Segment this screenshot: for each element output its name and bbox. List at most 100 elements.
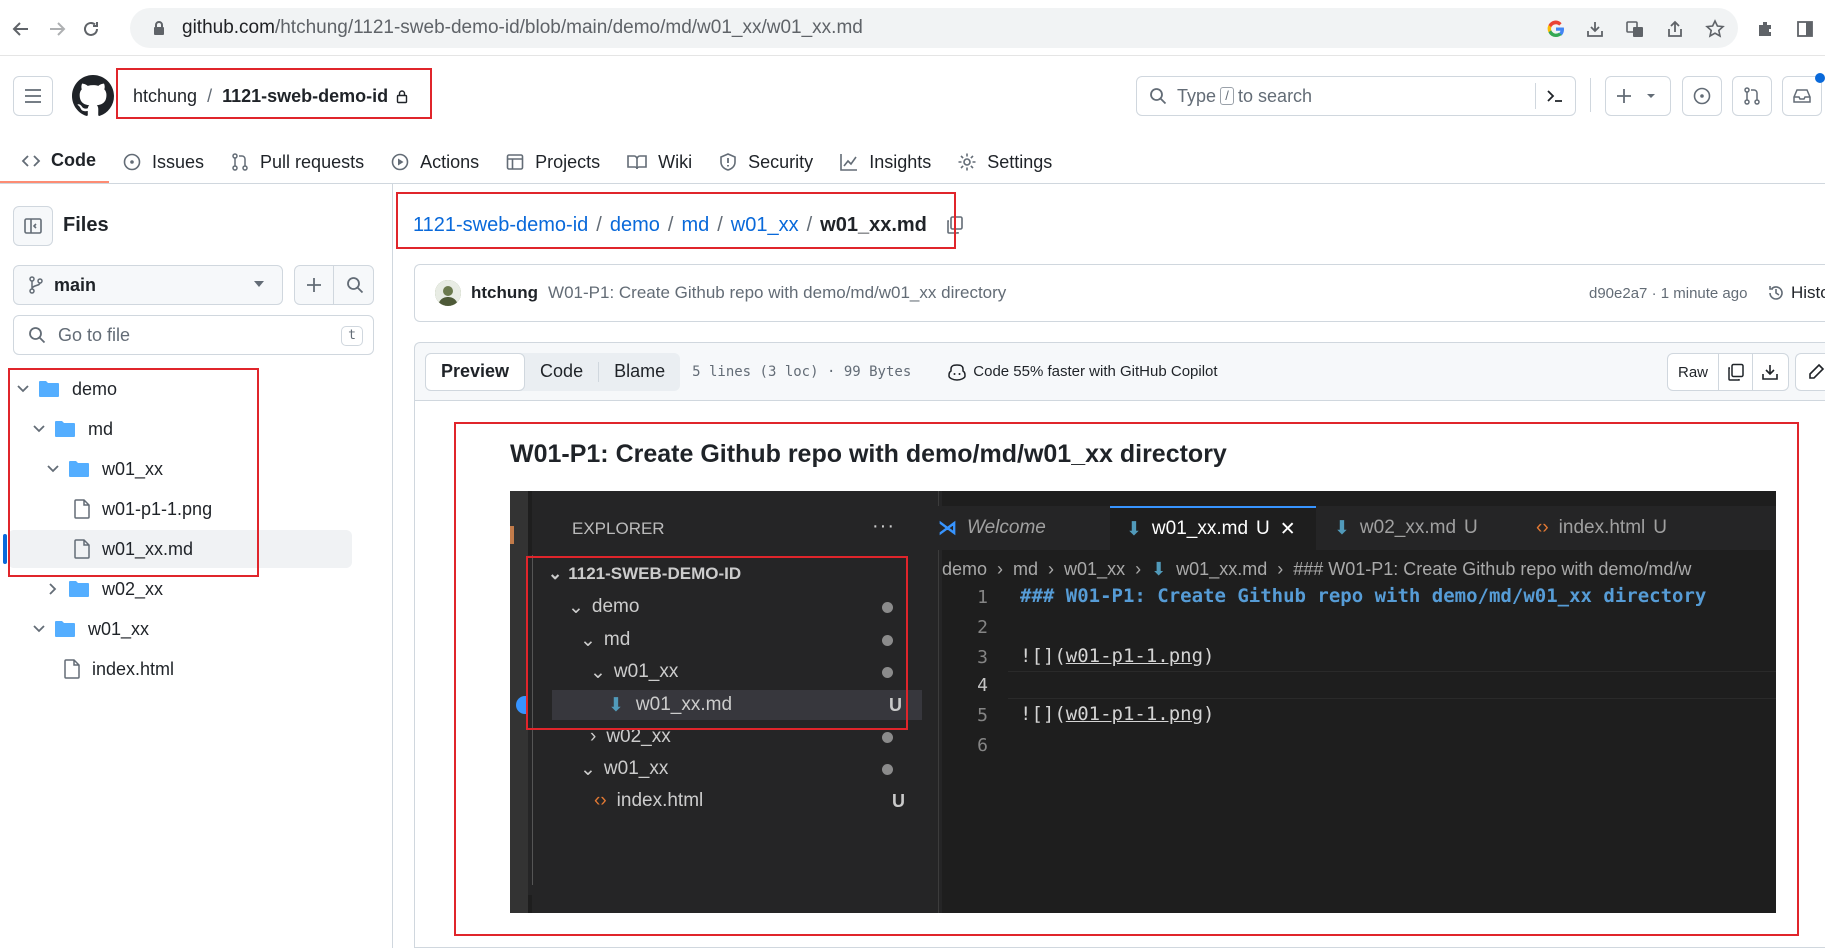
reload-icon[interactable] — [78, 16, 104, 42]
tree-item-demo[interactable]: demo — [8, 370, 352, 408]
url-host: github.com — [182, 17, 275, 38]
tree-item-md[interactable]: md — [8, 410, 352, 448]
tree-item-w01-xx-2[interactable]: w01_xx — [8, 610, 352, 648]
forward-arrow-icon[interactable] — [44, 16, 70, 42]
tab-settings[interactable]: Settings — [944, 140, 1065, 184]
lock-icon — [148, 20, 170, 36]
search-input[interactable]: Type / to search — [1136, 76, 1576, 116]
chevron-down-icon — [14, 385, 32, 393]
tab-insights[interactable]: Insights — [826, 140, 944, 184]
breadcrumb-repo-link[interactable]: 1121-sweb-demo-id — [413, 214, 588, 237]
copilot-promo[interactable]: Code 55% faster with GitHub Copilot — [947, 363, 1218, 381]
tab-wiki[interactable]: Wiki — [613, 140, 705, 184]
commit-author[interactable]: htchung — [471, 283, 538, 303]
branch-selector[interactable]: main — [13, 265, 283, 305]
breadcrumb-w01-xx-link[interactable]: w01_xx — [731, 214, 799, 237]
repo-name-link[interactable]: 1121-sweb-demo-id — [222, 86, 388, 107]
back-arrow-icon[interactable] — [8, 16, 34, 42]
create-new-button[interactable] — [1605, 76, 1671, 116]
vscode-tree-demo: ⌄ demo — [568, 592, 963, 622]
copilot-icon — [947, 363, 967, 381]
breadcrumb-md-link[interactable]: md — [681, 214, 709, 237]
history-icon — [1767, 284, 1785, 302]
lock-icon — [396, 89, 408, 104]
preview-tab[interactable]: Preview — [425, 352, 526, 391]
tree-item-w01-p1-1-png[interactable]: w01-p1-1.png — [8, 490, 352, 528]
github-logo-icon[interactable] — [71, 74, 115, 118]
pull-requests-icon[interactable] — [1732, 76, 1772, 116]
raw-button[interactable]: Raw — [1668, 354, 1720, 390]
go-to-file-input[interactable]: Go to file t — [13, 315, 374, 355]
tab-security[interactable]: Security — [705, 140, 826, 184]
breadcrumb-demo-link[interactable]: demo — [610, 214, 660, 237]
tab-issues-label: Issues — [152, 151, 205, 172]
tree-item-index-html[interactable]: index.html — [8, 650, 352, 688]
menu-hamburger-icon[interactable] — [13, 76, 53, 116]
add-file-icon[interactable] — [295, 266, 334, 304]
bookmark-star-icon[interactable] — [1702, 16, 1728, 42]
history-button[interactable]: Histo — [1767, 283, 1825, 303]
tree-item-w02-xx[interactable]: w02_xx — [8, 570, 352, 608]
vscode-activity-bar — [510, 491, 528, 913]
search-placeholder-post: to search — [1238, 85, 1313, 106]
tree-item-w01-xx[interactable]: w01_xx — [8, 450, 352, 488]
vscode-explorer: EXPLORER ··· ⌄ 1121-SWEB-DEMO-ID ⌄ demo ⌄ m… — [532, 491, 942, 913]
edit-pencil-icon[interactable] — [1795, 353, 1825, 391]
chevron-right-icon — [44, 583, 62, 595]
copy-raw-icon[interactable] — [1719, 354, 1754, 390]
translate-icon[interactable] — [1622, 16, 1648, 42]
copy-path-icon[interactable] — [945, 215, 965, 235]
tab-actions[interactable]: Actions — [377, 140, 492, 184]
commit-meta[interactable]: d90e2a7 · 1 minute ago — [1589, 285, 1747, 302]
shield-icon — [720, 153, 736, 171]
tab-pull-requests-label: Pull requests — [260, 151, 365, 172]
file-icon — [64, 659, 80, 679]
extensions-icon[interactable] — [1752, 16, 1778, 42]
issues-icon[interactable] — [1682, 76, 1722, 116]
sidebar-title: Files — [63, 214, 109, 236]
command-palette-icon[interactable] — [1545, 86, 1565, 106]
chevron-down-icon — [44, 465, 62, 473]
avatar[interactable] — [435, 280, 461, 306]
file-icon — [74, 499, 90, 519]
blame-tab[interactable]: Blame — [599, 353, 680, 391]
go-to-file-placeholder: Go to file — [58, 324, 131, 345]
address-bar[interactable]: github.com/htchung/1121-sweb-demo-id/blo… — [130, 8, 1738, 48]
chevron-down-icon — [30, 425, 48, 433]
google-icon[interactable] — [1543, 16, 1569, 42]
commit-message[interactable]: W01-P1: Create Github repo with demo/md/… — [548, 283, 1006, 303]
vscode-tree-w02-xx: › w02_xx — [590, 722, 985, 752]
tab-insights-label: Insights — [869, 151, 932, 172]
collapse-sidebar-icon[interactable] — [13, 206, 53, 246]
tab-projects[interactable]: Projects — [492, 140, 613, 184]
search-files-icon[interactable] — [335, 266, 374, 304]
dropdown-caret-icon — [254, 281, 264, 287]
tab-code[interactable]: Code — [0, 140, 109, 184]
install-app-icon[interactable] — [1582, 16, 1608, 42]
pull-request-icon — [232, 153, 248, 171]
tree-item-w01-xx-md[interactable]: w01_xx.md — [8, 530, 352, 568]
tab-pull-requests[interactable]: Pull requests — [217, 140, 377, 184]
share-icon[interactable] — [1662, 16, 1688, 42]
tree-item-label: index.html — [92, 658, 175, 679]
selected-indicator — [3, 534, 7, 564]
tab-actions-label: Actions — [420, 151, 480, 172]
graph-icon — [840, 154, 858, 171]
owner-link[interactable]: htchung — [133, 86, 197, 107]
vscode-breadcrumb: demo › md › w01_xx › ⬇ w01_xx.md › ### W01-P1… — [942, 559, 1692, 579]
notification-dot — [1815, 73, 1825, 83]
vscode-tree-root: ⌄ 1121-SWEB-DEMO-ID — [548, 564, 742, 583]
side-panel-icon[interactable] — [1792, 16, 1818, 42]
vscode-tree-w01-xx-2: ⌄ w01_xx — [580, 754, 975, 784]
line-number: 2 — [977, 617, 988, 638]
download-icon[interactable] — [1753, 354, 1787, 390]
folder-icon — [38, 380, 60, 398]
code-tab[interactable]: Code — [525, 353, 598, 391]
vscode-tab-w01-xx-md: ⬇ w01_xx.md U ✕ — [1110, 506, 1316, 550]
breadcrumb-separator: / — [717, 213, 723, 236]
tab-issues[interactable]: Issues — [109, 140, 217, 184]
code-line-3: ![](w01-p1-1.png) — [1020, 645, 1215, 667]
tree-item-label: w01_xx.md — [102, 538, 194, 559]
tree-item-label: w01-p1-1.png — [102, 498, 213, 519]
repo-separator: / — [207, 85, 213, 106]
